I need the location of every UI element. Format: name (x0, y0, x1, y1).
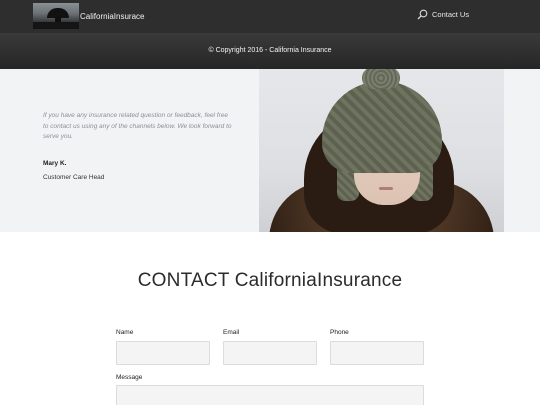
nav-contact-link[interactable]: Contact Us (417, 9, 469, 20)
testimonial-section: If you have any insurance related questi… (0, 69, 540, 232)
search-icon (417, 9, 428, 20)
brand-logo (33, 3, 79, 29)
message-label: Message (116, 374, 143, 381)
testimonial-quote: If you have any insurance related questi… (43, 112, 232, 140)
phone-label: Phone (330, 329, 349, 336)
testimonial-photo (259, 69, 504, 232)
phone-field[interactable] (330, 341, 424, 365)
testimonial-role: Customer Care Head (43, 174, 105, 181)
contact-title: CONTACT CaliforniaInsurance (137, 270, 403, 291)
brand-link[interactable]: CaliforniaInsurace (33, 3, 144, 29)
copyright-banner: © Copyright 2016 - California Insurance (0, 33, 540, 69)
testimonial-author: Mary K. (43, 160, 67, 167)
message-field[interactable] (116, 385, 424, 405)
email-label: Email (223, 329, 240, 336)
nav-contact-label: Contact Us (432, 10, 470, 19)
name-field[interactable] (116, 341, 210, 365)
email-field[interactable] (223, 341, 317, 365)
brand-name: CaliforniaInsurace (80, 11, 145, 21)
top-navbar: CaliforniaInsurace Contact Us (0, 0, 540, 33)
name-label: Name (116, 329, 134, 336)
